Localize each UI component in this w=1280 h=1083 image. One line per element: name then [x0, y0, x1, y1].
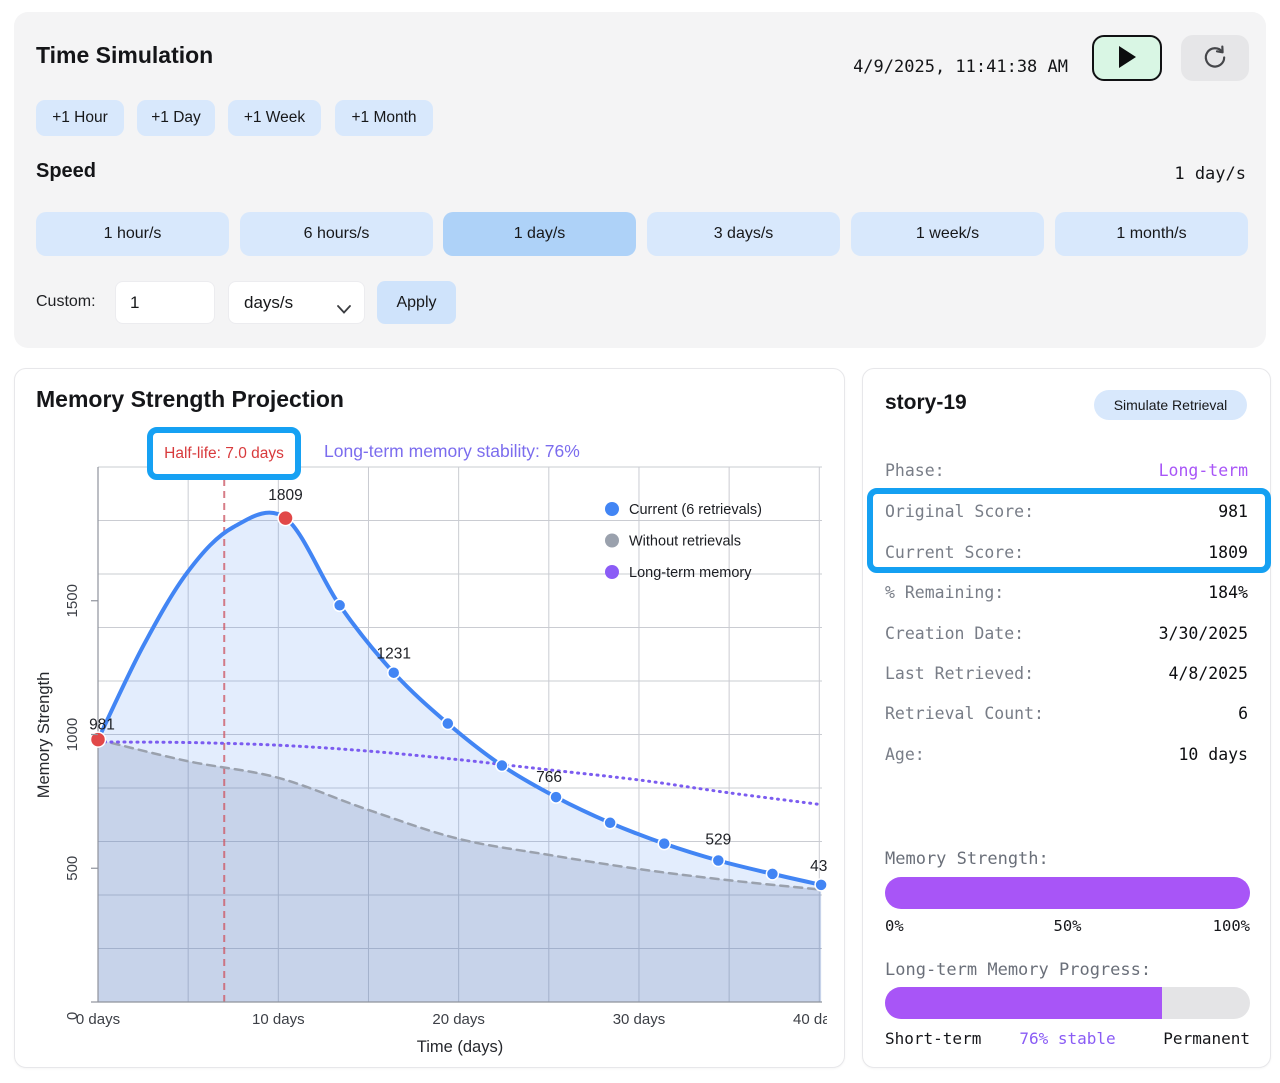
- percent-remaining-value: 184%: [1208, 583, 1248, 602]
- speed-option-1-hour-s[interactable]: 1 hour/s: [36, 212, 229, 256]
- svg-text:Without retrievals: Without retrievals: [629, 534, 741, 550]
- half-life-label: Half-life: 7.0 days: [164, 445, 284, 463]
- detail-row-original-score: Original Score: 981: [885, 491, 1248, 531]
- skip-plus-1-hour-button[interactable]: +1 Hour: [36, 100, 124, 136]
- play-icon: [1117, 45, 1137, 72]
- time-simulation-title: Time Simulation: [36, 42, 213, 69]
- current-score-value: 1809: [1208, 543, 1248, 562]
- speed-option-3-days-s[interactable]: 3 days/s: [647, 212, 840, 256]
- ltm-progress-label: Long-term Memory Progress:: [885, 960, 1151, 980]
- speed-option-6-hours-s[interactable]: 6 hours/s: [240, 212, 433, 256]
- custom-speed-input[interactable]: [115, 281, 215, 324]
- custom-speed-label: Custom:: [36, 293, 96, 311]
- speed-option-1-month-s[interactable]: 1 month/s: [1055, 212, 1248, 256]
- ltm-progress-scale: Short-term 76% stable Permanent: [885, 1029, 1250, 1049]
- scale-100-label: 100%: [1213, 917, 1250, 935]
- ltm-progress-bar: [885, 987, 1250, 1019]
- speed-option-1-day-s[interactable]: 1 day/s: [443, 212, 636, 256]
- age-value: 10 days: [1178, 745, 1248, 764]
- detail-row-creation-date: Creation Date: 3/30/2025: [885, 613, 1248, 653]
- ltm-progress-bar-fill: [885, 987, 1162, 1019]
- last-retrieved-label: Last Retrieved:: [885, 664, 1034, 683]
- original-score-label: Original Score:: [885, 502, 1034, 521]
- current-score-label: Current Score:: [885, 543, 1024, 562]
- svg-text:766: 766: [536, 769, 562, 786]
- last-retrieved-value: 4/8/2025: [1169, 664, 1248, 683]
- memory-item-title: story-19: [885, 391, 967, 415]
- svg-text:1500: 1500: [64, 584, 81, 617]
- memory-strength-chart: 981180912317665294380500100015000 days10…: [15, 449, 827, 1064]
- svg-text:Time (days): Time (days): [417, 1038, 503, 1056]
- svg-text:40 days: 40 days: [793, 1011, 827, 1028]
- detail-row-age: Age: 10 days: [885, 734, 1248, 774]
- memory-strength-bar: [885, 877, 1250, 909]
- retrieval-count-label: Retrieval Count:: [885, 704, 1044, 723]
- svg-text:20 days: 20 days: [432, 1011, 485, 1028]
- svg-text:Current (6 retrievals): Current (6 retrievals): [629, 502, 762, 518]
- svg-text:30 days: 30 days: [613, 1011, 666, 1028]
- svg-text:1000: 1000: [64, 718, 81, 751]
- apply-custom-speed-button[interactable]: Apply: [377, 281, 456, 324]
- age-label: Age:: [885, 745, 925, 764]
- current-speed-display: 1 day/s: [1174, 164, 1246, 184]
- svg-text:Memory Strength: Memory Strength: [35, 672, 53, 799]
- simulate-retrieval-button[interactable]: Simulate Retrieval: [1094, 390, 1247, 420]
- creation-date-label: Creation Date:: [885, 624, 1024, 643]
- phase-label: Phase:: [885, 461, 945, 480]
- time-simulation-panel: Time Simulation 4/9/2025, 11:41:38 AM +1…: [14, 12, 1266, 348]
- skip-plus-1-day-button[interactable]: +1 Day: [137, 100, 215, 136]
- speed-heading: Speed: [36, 160, 96, 183]
- detail-row-current-score: Current Score: 1809: [885, 532, 1248, 572]
- svg-text:500: 500: [64, 856, 81, 881]
- play-button[interactable]: [1092, 35, 1162, 81]
- detail-row-percent-remaining: % Remaining: 184%: [885, 572, 1248, 612]
- reset-icon: [1200, 42, 1230, 75]
- original-score-value: 981: [1218, 502, 1248, 521]
- svg-text:529: 529: [705, 831, 731, 848]
- memory-strength-bar-label: Memory Strength:: [885, 849, 1049, 869]
- custom-unit-value: days/s: [244, 293, 293, 313]
- svg-text:Long-term memory: Long-term memory: [629, 565, 752, 581]
- phase-value: Long-term: [1159, 461, 1248, 480]
- detail-row-last-retrieved: Last Retrieved: 4/8/2025: [885, 653, 1248, 693]
- skip-plus-1-month-button[interactable]: +1 Month: [335, 100, 433, 136]
- detail-row-phase: Phase: Long-term: [885, 450, 1248, 490]
- memory-strength-scale: 0% 50% 100%: [885, 917, 1250, 937]
- svg-text:0 days: 0 days: [76, 1011, 120, 1028]
- stability-annotation: Long-term memory stability: 76%: [324, 441, 580, 462]
- simulated-datetime: 4/9/2025, 11:41:38 AM: [853, 57, 1068, 77]
- svg-text:1809: 1809: [268, 487, 302, 504]
- chevron-down-icon: [337, 299, 351, 319]
- memory-strength-bar-fill: [885, 877, 1250, 909]
- speed-option-1-week-s[interactable]: 1 week/s: [851, 212, 1044, 256]
- svg-text:981: 981: [89, 717, 115, 734]
- detail-row-retrieval-count: Retrieval Count: 6: [885, 693, 1248, 733]
- scale-50-label: 50%: [1054, 917, 1082, 935]
- memory-detail-card: story-19 Simulate Retrieval Phase: Long-…: [862, 368, 1271, 1068]
- svg-text:1231: 1231: [376, 646, 410, 663]
- creation-date-value: 3/30/2025: [1159, 624, 1248, 643]
- custom-unit-select[interactable]: days/s: [228, 281, 365, 324]
- stable-percent-label: 76% stable: [1019, 1029, 1115, 1048]
- retrieval-count-value: 6: [1238, 704, 1248, 723]
- reset-button[interactable]: [1181, 35, 1249, 81]
- half-life-annotation-highlight: Half-life: 7.0 days: [147, 427, 301, 480]
- permanent-label: Permanent: [1163, 1029, 1250, 1048]
- memory-strength-projection-card: Memory Strength Projection Half-life: 7.…: [14, 368, 845, 1068]
- svg-text:10 days: 10 days: [252, 1011, 305, 1028]
- percent-remaining-label: % Remaining:: [885, 583, 1004, 602]
- scale-0-label: 0%: [885, 917, 904, 935]
- skip-plus-1-week-button[interactable]: +1 Week: [228, 100, 321, 136]
- chart-title: Memory Strength Projection: [36, 386, 344, 413]
- short-term-label: Short-term: [885, 1029, 981, 1048]
- svg-text:438: 438: [810, 858, 827, 875]
